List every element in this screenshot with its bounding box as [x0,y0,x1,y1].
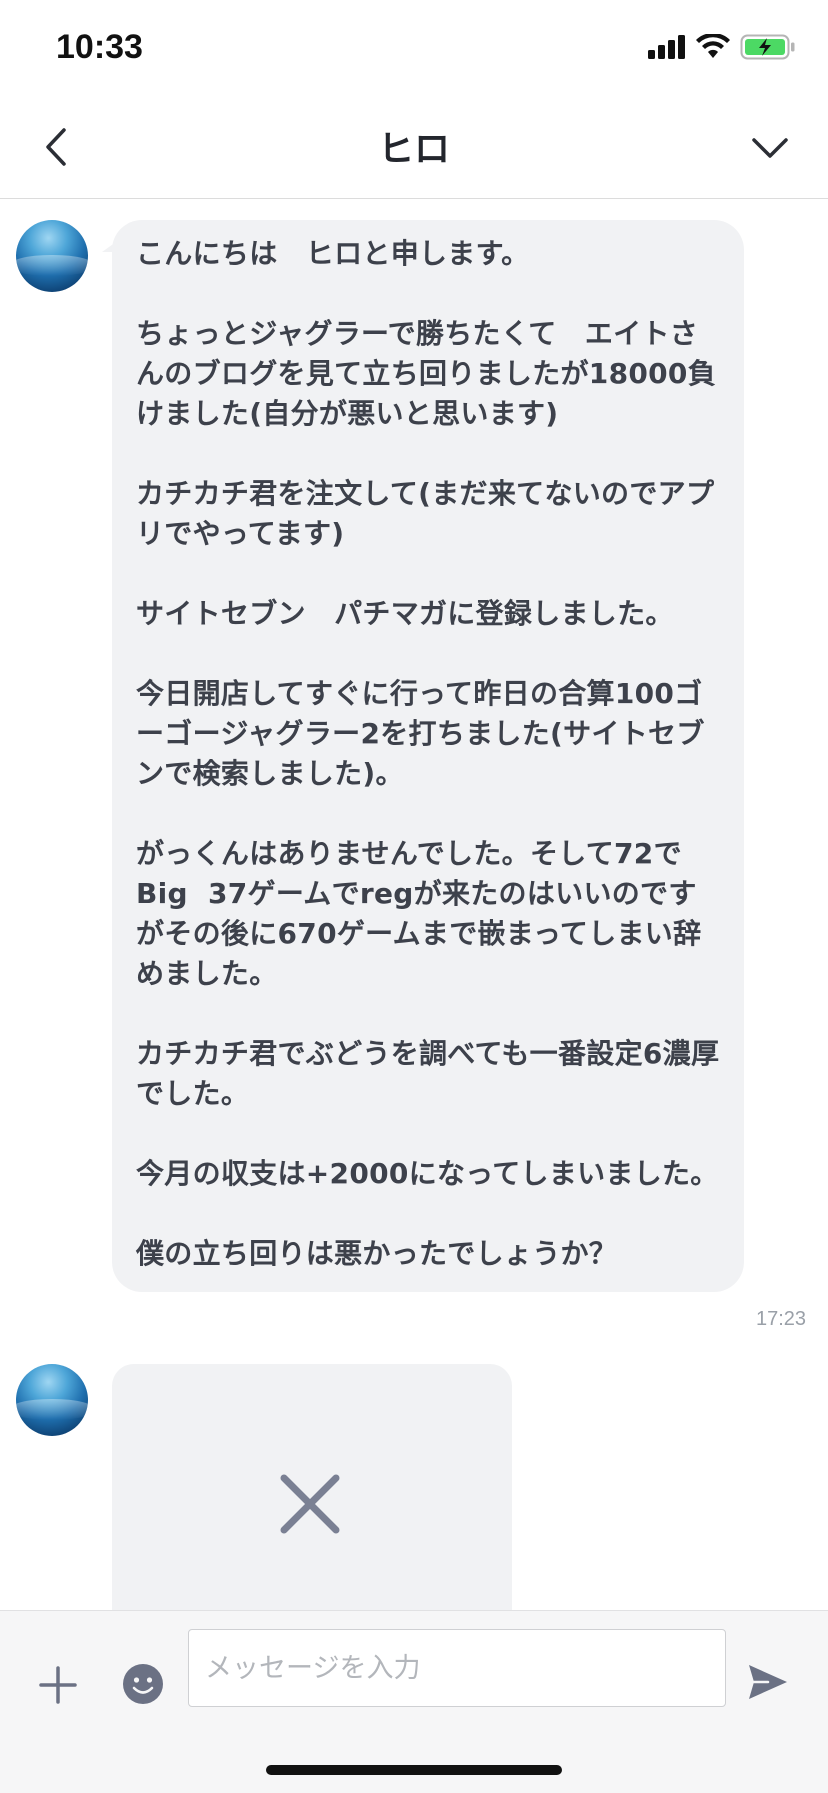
add-attachment-button[interactable] [38,1665,78,1705]
avatar[interactable] [16,220,88,292]
chevron-down-icon [752,138,788,158]
avatar[interactable] [16,1364,88,1436]
chat-header: ヒロ [0,100,828,199]
message-timestamp: 17:23 [756,1308,807,1330]
message-input[interactable] [188,1629,726,1707]
home-indicator [266,1765,562,1775]
status-icons [648,34,796,60]
broken-image-x-icon [280,1474,340,1534]
wifi-icon [696,34,730,58]
send-icon [749,1665,787,1699]
message-bubble[interactable]: こんにちは ヒロと申します。 ちょっとジャグラーで勝ちたくて エイトさんのブログ… [102,220,744,1292]
menu-toggle-button[interactable] [748,128,792,168]
emoji-icon [123,1664,163,1704]
message-text: こんにちは ヒロと申します。 ちょっとジャグラーで勝ちたくて エイトさんのブログ… [136,237,720,1270]
status-time: 10:33 [56,28,143,66]
emoji-button[interactable] [122,1663,164,1705]
chat-title: ヒロ [377,129,450,170]
cellular-signal-icon [648,35,685,59]
battery-charging-icon [740,34,795,60]
message-composer [0,1610,828,1793]
plus-icon [39,1666,77,1704]
status-bar: 10:33 [0,0,828,100]
send-button[interactable] [746,1661,790,1703]
